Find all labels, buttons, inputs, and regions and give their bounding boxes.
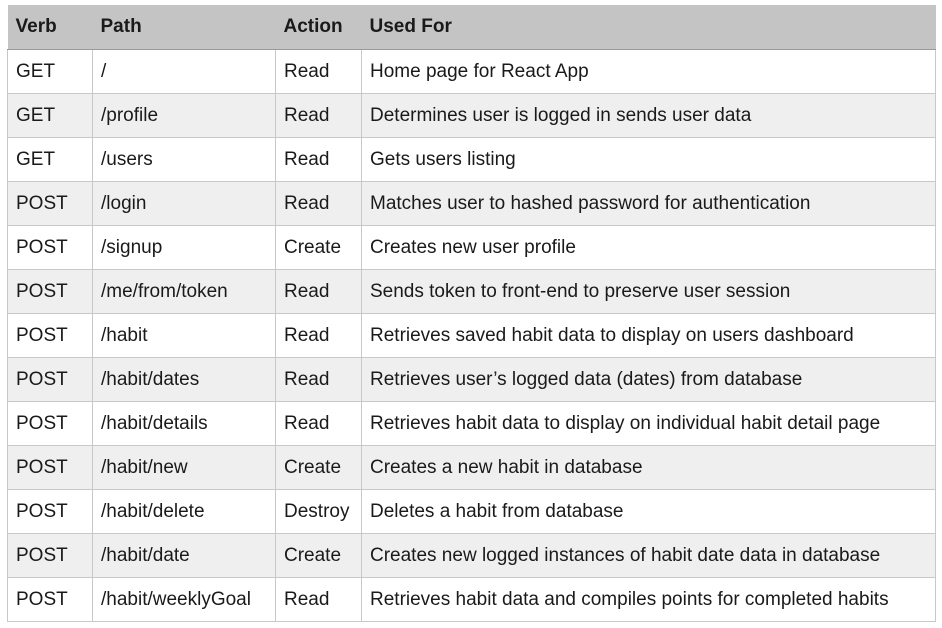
cell-used-for: Retrieves habit data and compiles points… xyxy=(361,577,936,622)
cell-verb: GET xyxy=(7,137,93,182)
routes-table: Verb Path Action Used For GET / Read Hom… xyxy=(7,5,936,622)
cell-used-for: Creates new user profile xyxy=(361,225,936,270)
cell-path: /habit/dates xyxy=(92,357,276,402)
cell-verb: POST xyxy=(7,269,93,314)
table-row: POST /habit Read Retrieves saved habit d… xyxy=(7,313,936,358)
cell-verb: POST xyxy=(7,181,93,226)
cell-used-for: Home page for React App xyxy=(361,49,936,94)
cell-path: /signup xyxy=(92,225,276,270)
cell-action: Read xyxy=(275,181,362,226)
cell-action: Read xyxy=(275,137,362,182)
cell-verb: POST xyxy=(7,577,93,622)
cell-path: /habit xyxy=(92,313,276,358)
cell-used-for: Retrieves saved habit data to display on… xyxy=(361,313,936,358)
cell-action: Read xyxy=(275,93,362,138)
header-used-for: Used For xyxy=(361,5,936,50)
cell-verb: POST xyxy=(7,489,93,534)
cell-path: /users xyxy=(92,137,276,182)
cell-action: Read xyxy=(275,313,362,358)
table-header: Verb Path Action Used For xyxy=(7,5,936,50)
table-row: POST /habit/new Create Creates a new hab… xyxy=(7,445,936,490)
cell-used-for: Retrieves user’s logged data (dates) fro… xyxy=(361,357,936,402)
header-action: Action xyxy=(275,5,362,50)
table-row: POST /login Read Matches user to hashed … xyxy=(7,181,936,226)
cell-action: Read xyxy=(275,577,362,622)
cell-path: /habit/details xyxy=(92,401,276,446)
cell-action: Read xyxy=(275,269,362,314)
cell-verb: POST xyxy=(7,313,93,358)
cell-verb: POST xyxy=(7,533,93,578)
table-row: POST /habit/delete Destroy Deletes a hab… xyxy=(7,489,936,534)
cell-used-for: Matches user to hashed password for auth… xyxy=(361,181,936,226)
cell-path: / xyxy=(92,49,276,94)
cell-action: Read xyxy=(275,49,362,94)
cell-verb: POST xyxy=(7,401,93,446)
cell-verb: POST xyxy=(7,225,93,270)
cell-path: /habit/new xyxy=(92,445,276,490)
cell-used-for: Creates new logged instances of habit da… xyxy=(361,533,936,578)
cell-action: Read xyxy=(275,401,362,446)
cell-verb: GET xyxy=(7,49,93,94)
cell-verb: GET xyxy=(7,93,93,138)
table-row: POST /me/from/token Read Sends token to … xyxy=(7,269,936,314)
cell-action: Create xyxy=(275,445,362,490)
header-verb: Verb xyxy=(7,5,93,50)
cell-path: /login xyxy=(92,181,276,226)
table-row: POST /habit/dates Read Retrieves user’s … xyxy=(7,357,936,402)
cell-used-for: Deletes a habit from database xyxy=(361,489,936,534)
cell-action: Destroy xyxy=(275,489,362,534)
cell-action: Create xyxy=(275,533,362,578)
header-path: Path xyxy=(92,5,276,50)
table-row: POST /habit/date Create Creates new logg… xyxy=(7,533,936,578)
cell-path: /profile xyxy=(92,93,276,138)
table-row: GET /profile Read Determines user is log… xyxy=(7,93,936,138)
header-row: Verb Path Action Used For xyxy=(7,5,936,50)
cell-path: /habit/weeklyGoal xyxy=(92,577,276,622)
table-row: GET / Read Home page for React App xyxy=(7,49,936,94)
cell-verb: POST xyxy=(7,357,93,402)
table-row: GET /users Read Gets users listing xyxy=(7,137,936,182)
cell-action: Create xyxy=(275,225,362,270)
table-row: POST /habit/weeklyGoal Read Retrieves ha… xyxy=(7,577,936,622)
cell-used-for: Creates a new habit in database xyxy=(361,445,936,490)
cell-action: Read xyxy=(275,357,362,402)
cell-used-for: Retrieves habit data to display on indiv… xyxy=(361,401,936,446)
cell-used-for: Sends token to front-end to preserve use… xyxy=(361,269,936,314)
cell-path: /habit/date xyxy=(92,533,276,578)
table-body: GET / Read Home page for React App GET /… xyxy=(7,49,936,622)
cell-path: /me/from/token xyxy=(92,269,276,314)
table-row: POST /signup Create Creates new user pro… xyxy=(7,225,936,270)
cell-used-for: Determines user is logged in sends user … xyxy=(361,93,936,138)
cell-verb: POST xyxy=(7,445,93,490)
cell-used-for: Gets users listing xyxy=(361,137,936,182)
cell-path: /habit/delete xyxy=(92,489,276,534)
table-row: POST /habit/details Read Retrieves habit… xyxy=(7,401,936,446)
